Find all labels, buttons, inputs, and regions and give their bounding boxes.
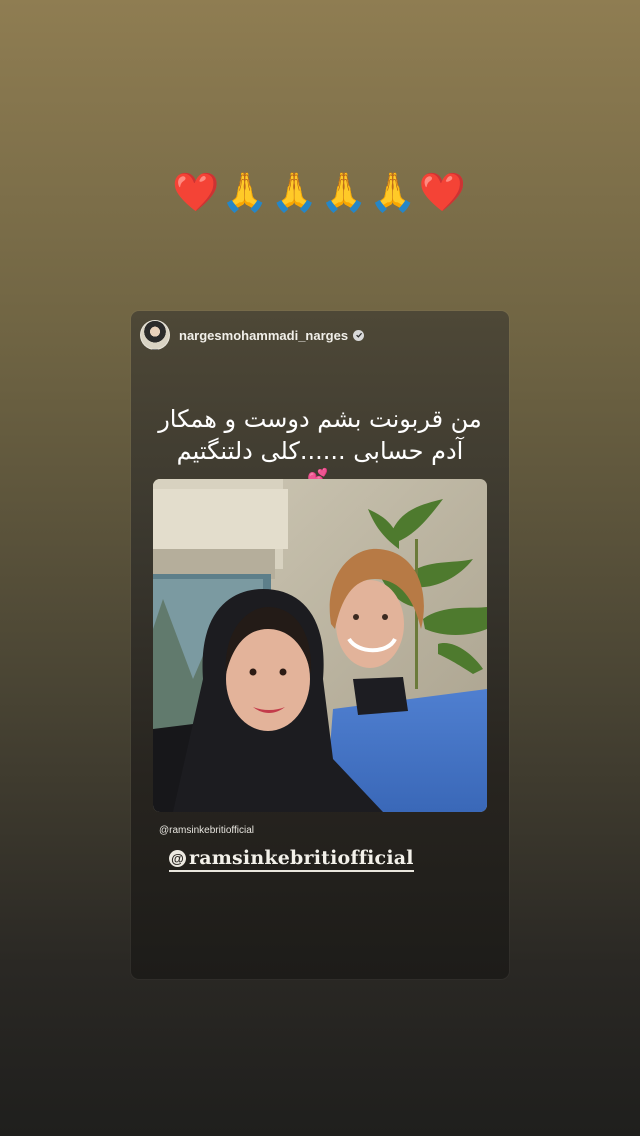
post-username[interactable]: nargesmohammadi_narges	[179, 328, 348, 343]
post-photo[interactable]	[153, 479, 487, 812]
story-emoji-text: ❤️🙏🙏🙏🙏❤️	[172, 170, 468, 214]
verified-badge-icon	[353, 329, 365, 341]
caption-line-2: آدم حسابی ......کلی دلتنگتیم	[176, 437, 464, 465]
shared-post-card[interactable]: nargesmohammadi_narges من قربونت بشم دوس…	[131, 311, 509, 979]
photo-tag-mention[interactable]: @ramsinkebritiofficial	[159, 825, 254, 836]
post-header[interactable]: nargesmohammadi_narges	[140, 320, 365, 350]
avatar[interactable]	[140, 320, 170, 350]
mention-sticker[interactable]: @ ramsinkebritiofficial	[169, 847, 414, 872]
at-icon: @	[169, 849, 186, 867]
mention-handle: ramsinkebritiofficial	[189, 847, 414, 869]
caption-line-1: من قربونت بشم دوست و همکار	[158, 405, 482, 433]
photo-illustration	[153, 479, 487, 812]
post-caption: من قربونت بشم دوست و همکار آدم حسابی ...…	[131, 403, 509, 467]
